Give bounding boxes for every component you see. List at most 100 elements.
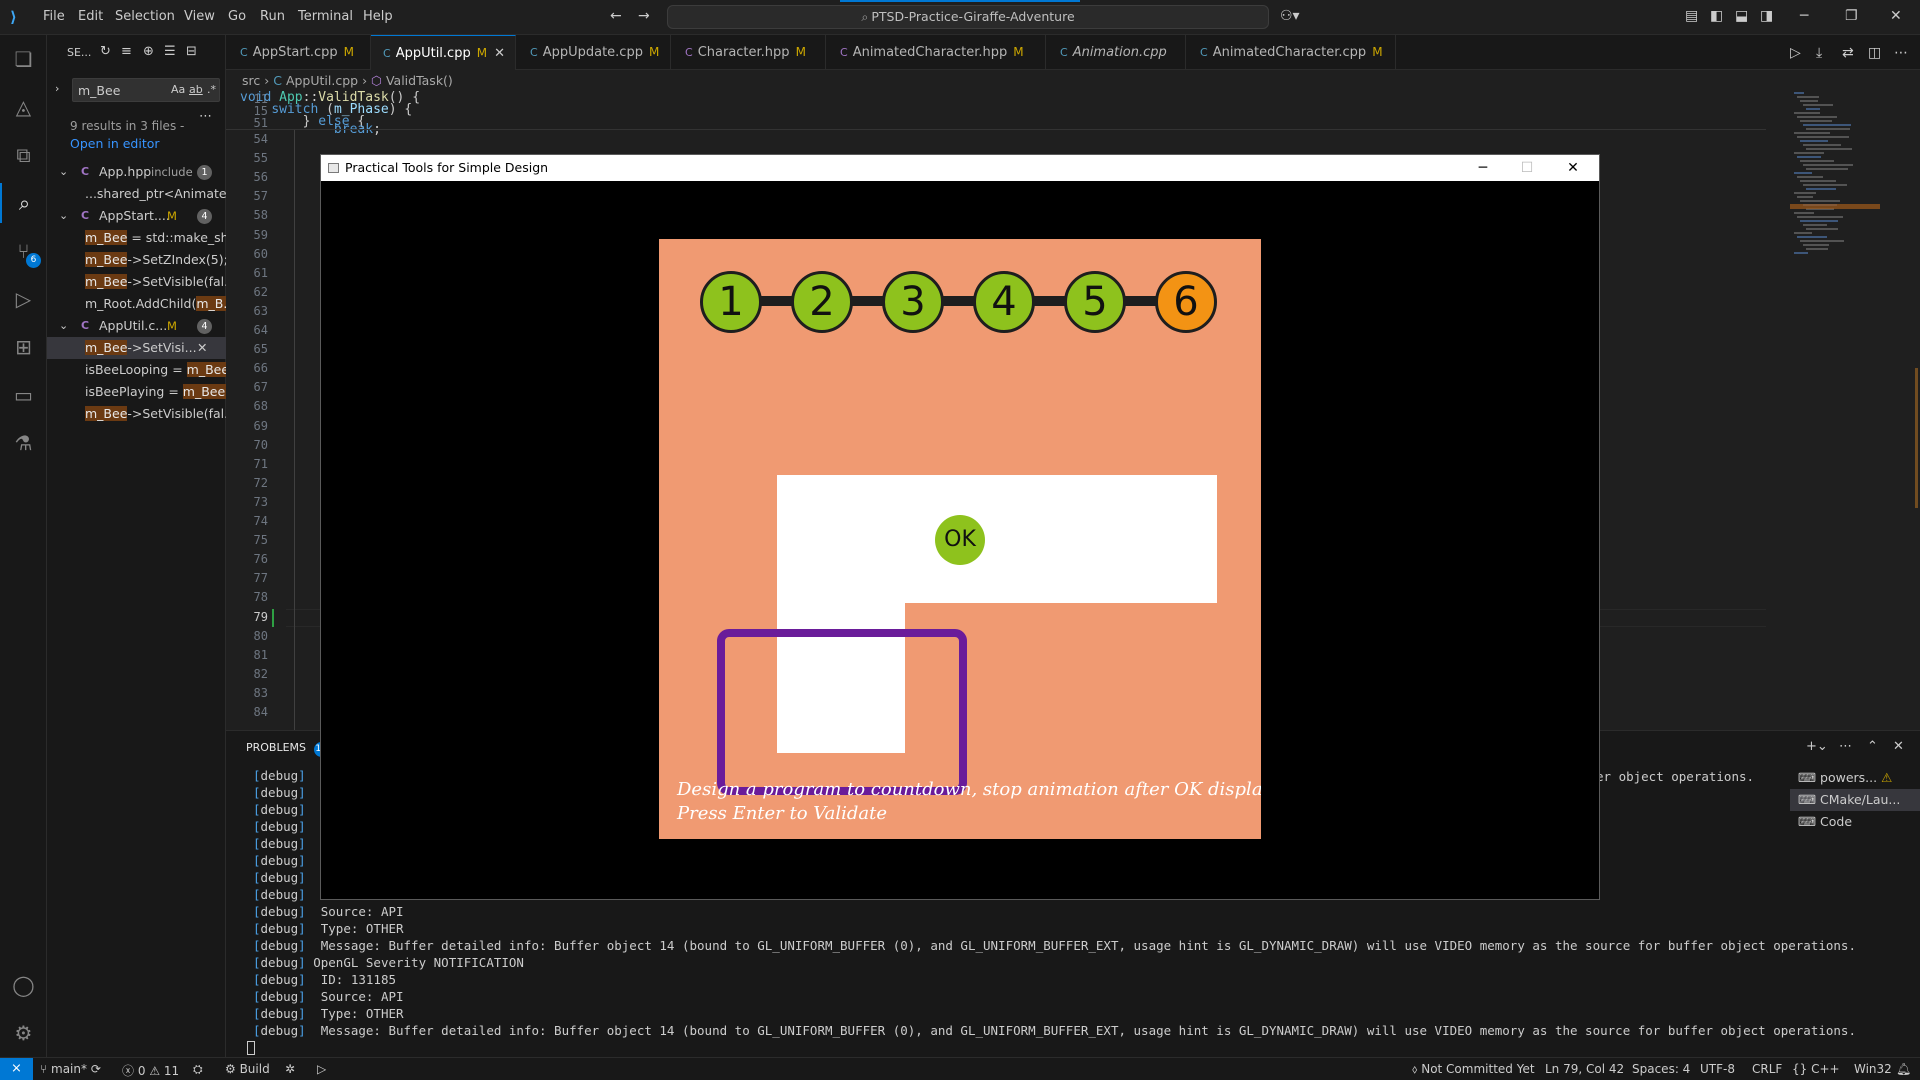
more-options-icon[interactable]: ⋯: [199, 109, 212, 124]
breadcrumb-file[interactable]: AppUtil.cpp: [286, 73, 358, 88]
platform[interactable]: Win32: [1854, 1062, 1892, 1076]
dismiss-result-icon[interactable]: ✕: [197, 337, 207, 359]
panel-more-icon[interactable]: ⋯: [1839, 739, 1852, 754]
open-in-editor-link[interactable]: Open in editor: [70, 136, 160, 151]
clear-results-icon[interactable]: ≡: [121, 44, 132, 59]
tab-animatedcharacter-hpp[interactable]: C AnimatedCharacter.hpp M: [826, 35, 1046, 70]
source-control-icon[interactable]: ⑂ 6: [0, 231, 47, 271]
breadcrumb-symbol[interactable]: ValidTask(): [386, 73, 453, 88]
tab-appstart[interactable]: C AppStart.cpp M: [226, 35, 371, 70]
list-item[interactable]: ...shared_ptr<Animate...: [47, 183, 226, 205]
compare-icon[interactable]: ⇄: [1842, 45, 1854, 61]
settings-gear-icon[interactable]: ⚙: [0, 1013, 47, 1053]
result-file-appstart[interactable]: ⌄ C AppStart.... M 4: [47, 205, 226, 227]
breadcrumb-folder[interactable]: src: [242, 73, 260, 88]
explorer-icon[interactable]: ❏: [0, 39, 47, 79]
result-file-apphpp[interactable]: ⌄ C App.hpp include 1: [47, 161, 226, 183]
indentation[interactable]: Spaces: 4: [1632, 1062, 1690, 1076]
toggle-sidebar-icon[interactable]: ◧: [1710, 8, 1723, 24]
toggle-panel-icon[interactable]: ⬓: [1735, 8, 1748, 24]
launch-icon[interactable]: ▷: [317, 1062, 326, 1076]
tab-problems[interactable]: PROBLEMS: [246, 741, 306, 754]
toggle-replace-icon[interactable]: ›: [55, 82, 59, 95]
branch-status[interactable]: ⑂ main* ⟳: [40, 1062, 101, 1076]
match-whole-word-toggle[interactable]: ab: [189, 83, 203, 96]
scrollbar-markers[interactable]: [1912, 368, 1918, 508]
close-panel-icon[interactable]: ✕: [1893, 739, 1904, 754]
terminal-item[interactable]: ⌨ CMake/Lau...: [1790, 789, 1920, 811]
remote-indicator-icon[interactable]: ⨯: [0, 1058, 33, 1080]
new-search-editor-icon[interactable]: ⊕: [143, 44, 154, 59]
problems-status[interactable]: ⓧ 0 ⚠ 11: [122, 1062, 179, 1079]
build-button[interactable]: ⚙ Build: [225, 1062, 270, 1076]
search-input[interactable]: [73, 79, 148, 101]
list-item[interactable]: m_Root.AddChild(m_B...: [47, 293, 226, 315]
copilot-icon[interactable]: ⚇▾: [1280, 8, 1300, 24]
app-minimize-icon[interactable]: ─: [1461, 155, 1505, 181]
view-as-tree-icon[interactable]: ☰: [164, 44, 176, 59]
menu-file[interactable]: File: [43, 9, 65, 24]
customize-layout-icon[interactable]: ▤: [1685, 8, 1698, 24]
game-canvas[interactable]: 1 2 3 4 5 6 OK Design a program to count…: [659, 239, 1261, 839]
list-item[interactable]: isBeeLooping = m_Bee...: [47, 359, 226, 381]
menu-run[interactable]: Run: [260, 9, 285, 24]
forward-arrow-icon[interactable]: →: [638, 8, 650, 24]
cursor-position[interactable]: Ln 79, Col 42: [1545, 1062, 1624, 1076]
copilot-agent-icon[interactable]: ◬: [0, 87, 47, 127]
more-actions-icon[interactable]: ⋯: [1894, 45, 1908, 61]
split-editor-icon[interactable]: ◫: [1868, 45, 1881, 61]
blame-status[interactable]: ⬨ Not Committed Yet: [1412, 1062, 1535, 1077]
menu-view[interactable]: View: [184, 9, 215, 24]
search-field[interactable]: Aa ab .*: [72, 78, 220, 102]
list-item[interactable]: m_Bee->SetZIndex(5);: [47, 249, 226, 271]
tab-character-hpp[interactable]: C Character.hpp M: [671, 35, 826, 70]
account-icon[interactable]: ◯: [0, 965, 47, 1005]
notifications-bell-icon[interactable]: 🔔︎: [1896, 1062, 1911, 1076]
run-debug-icon[interactable]: ▷: [0, 279, 47, 319]
terminal-item[interactable]: ⌨ Code: [1790, 811, 1920, 833]
tab-apputil[interactable]: C AppUtil.cpp M ✕: [371, 35, 516, 70]
list-item[interactable]: m_Bee = std::make_sh...: [47, 227, 226, 249]
tab-animatedcharacter-cpp[interactable]: C AnimatedCharacter.cpp M: [1186, 35, 1396, 70]
menu-go[interactable]: Go: [228, 9, 246, 24]
close-icon[interactable]: ✕: [1890, 8, 1902, 24]
match-case-toggle[interactable]: Aa: [171, 83, 185, 96]
back-arrow-icon[interactable]: ←: [610, 8, 622, 24]
bug-icon[interactable]: ✲: [285, 1062, 295, 1076]
list-item[interactable]: m_Bee->SetVisi... ✕: [47, 337, 226, 359]
list-item[interactable]: isBeePlaying = m_Bee...: [47, 381, 226, 403]
refresh-icon[interactable]: ↻: [100, 44, 111, 59]
extensions-icon[interactable]: ⊞: [0, 327, 47, 367]
close-tab-icon[interactable]: ✕: [494, 46, 505, 61]
list-item[interactable]: m_Bee->SetVisible(fal...: [47, 403, 226, 425]
restore-icon[interactable]: ❐: [1845, 8, 1858, 24]
search-icon[interactable]: ⌕: [0, 183, 47, 223]
result-file-apputil[interactable]: ⌄ C AppUtil.c... M 4: [47, 315, 226, 337]
line-ending[interactable]: CRLF: [1752, 1062, 1782, 1076]
minimap[interactable]: [1786, 88, 1920, 728]
language-mode[interactable]: {} C++: [1792, 1062, 1840, 1076]
run-icon[interactable]: ▷: [1790, 45, 1801, 61]
minimize-icon[interactable]: ─: [1800, 8, 1808, 24]
menu-terminal[interactable]: Terminal: [298, 9, 353, 24]
files-icon[interactable]: ⧉: [0, 135, 47, 175]
collapse-all-icon[interactable]: ⊟: [186, 44, 197, 59]
encoding[interactable]: UTF-8: [1700, 1062, 1735, 1076]
list-item[interactable]: m_Bee->SetVisible(fal...: [47, 271, 226, 293]
tab-appupdate[interactable]: C AppUpdate.cpp M: [516, 35, 671, 70]
app-close-icon[interactable]: ✕: [1551, 155, 1595, 181]
app-maximize-icon[interactable]: ☐: [1505, 155, 1549, 181]
maximize-panel-icon[interactable]: ⌃: [1867, 739, 1878, 754]
toggle-secondary-sidebar-icon[interactable]: ◨: [1760, 8, 1773, 24]
new-terminal-icon[interactable]: +⌄: [1806, 739, 1828, 754]
remote-explorer-icon[interactable]: ▭: [0, 375, 47, 415]
terminal-item[interactable]: ⌨ powers... ⚠: [1790, 767, 1920, 789]
save-all-icon[interactable]: ⤓: [1816, 45, 1822, 61]
debug-config-icon[interactable]: ⛭: [193, 1062, 203, 1077]
testing-icon[interactable]: ⚗: [0, 423, 47, 463]
menu-selection[interactable]: Selection: [115, 9, 175, 24]
menu-help[interactable]: Help: [363, 9, 393, 24]
tab-animation-cpp[interactable]: C Animation.cpp: [1046, 35, 1186, 70]
command-center[interactable]: ⌕ PTSD-Practice-Giraffe-Adventure: [667, 5, 1269, 29]
menu-edit[interactable]: Edit: [78, 9, 103, 24]
